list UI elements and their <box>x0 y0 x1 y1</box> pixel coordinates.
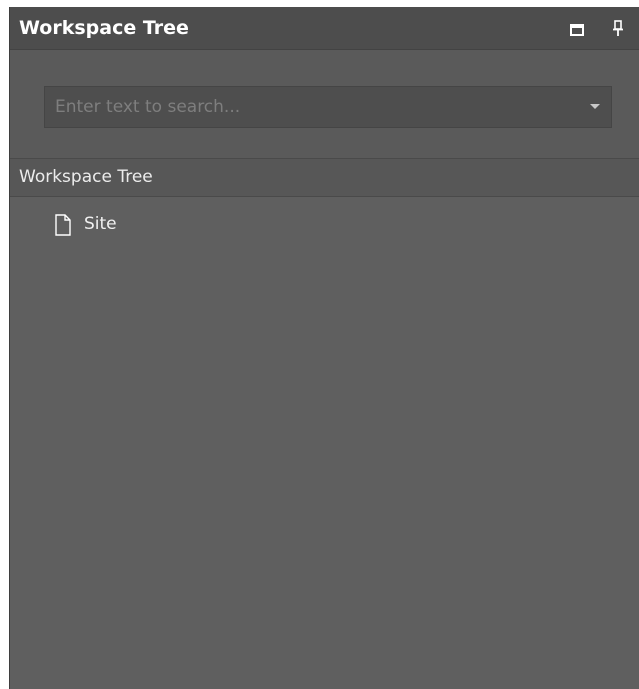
tree-item-site[interactable]: Site <box>54 211 254 239</box>
tree-header-label: Workspace Tree <box>19 167 153 187</box>
tree-item-label: Site <box>84 214 117 234</box>
panel-title: Workspace Tree <box>19 17 189 39</box>
pin-icon[interactable] <box>611 20 625 38</box>
workspace-tree-panel: Workspace Tree Workspace Tree <box>9 7 639 689</box>
chevron-down-icon[interactable] <box>590 104 600 109</box>
search-input[interactable] <box>45 87 575 127</box>
tree-view: Site <box>10 197 639 689</box>
page-icon <box>54 214 72 236</box>
search-area <box>10 50 639 159</box>
panel-title-bar: Workspace Tree <box>10 7 639 50</box>
tree-header: Workspace Tree <box>10 159 639 197</box>
search-combobox[interactable] <box>44 86 612 128</box>
maximize-icon[interactable] <box>570 22 584 36</box>
